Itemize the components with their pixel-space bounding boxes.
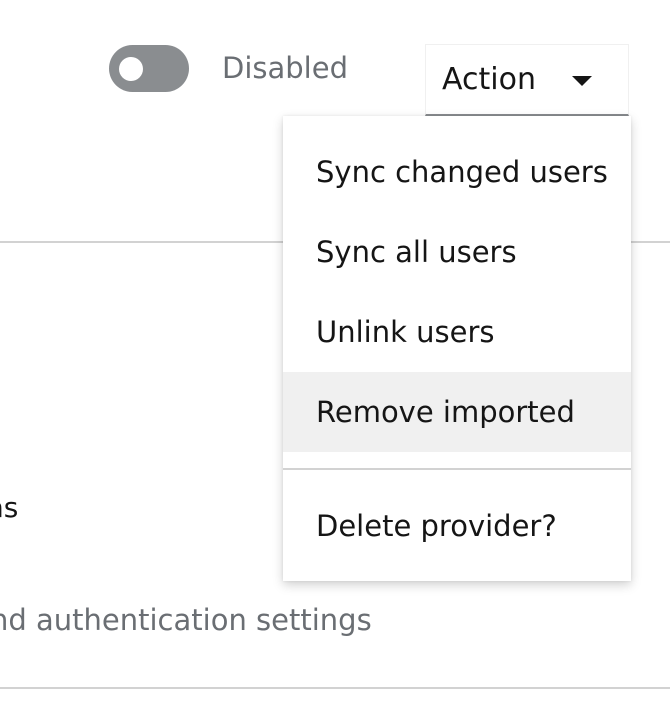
enabled-toggle-switch[interactable] xyxy=(109,45,189,92)
menu-item-unlink-users[interactable]: Unlink users xyxy=(283,292,631,372)
menu-item-sync-changed-users[interactable]: Sync changed users xyxy=(283,132,631,212)
partial-description-text: nd authentication settings xyxy=(0,603,372,637)
action-dropdown-menu: Sync changed users Sync all users Unlink… xyxy=(283,116,631,581)
menu-item-delete-provider[interactable]: Delete provider? xyxy=(283,486,631,566)
page: Disabled Action ns nd authentication set… xyxy=(0,0,670,714)
action-dropdown-button[interactable]: Action xyxy=(425,44,629,116)
toggle-knob xyxy=(119,57,143,81)
menu-divider xyxy=(283,468,631,470)
toggle-status-label: Disabled xyxy=(222,51,348,85)
section-divider xyxy=(0,687,670,689)
caret-down-icon xyxy=(572,76,592,86)
partial-heading-text: ns xyxy=(0,491,19,524)
menu-item-remove-imported[interactable]: Remove imported xyxy=(283,372,631,452)
menu-item-sync-all-users[interactable]: Sync all users xyxy=(283,212,631,292)
action-dropdown-label: Action xyxy=(442,62,536,97)
